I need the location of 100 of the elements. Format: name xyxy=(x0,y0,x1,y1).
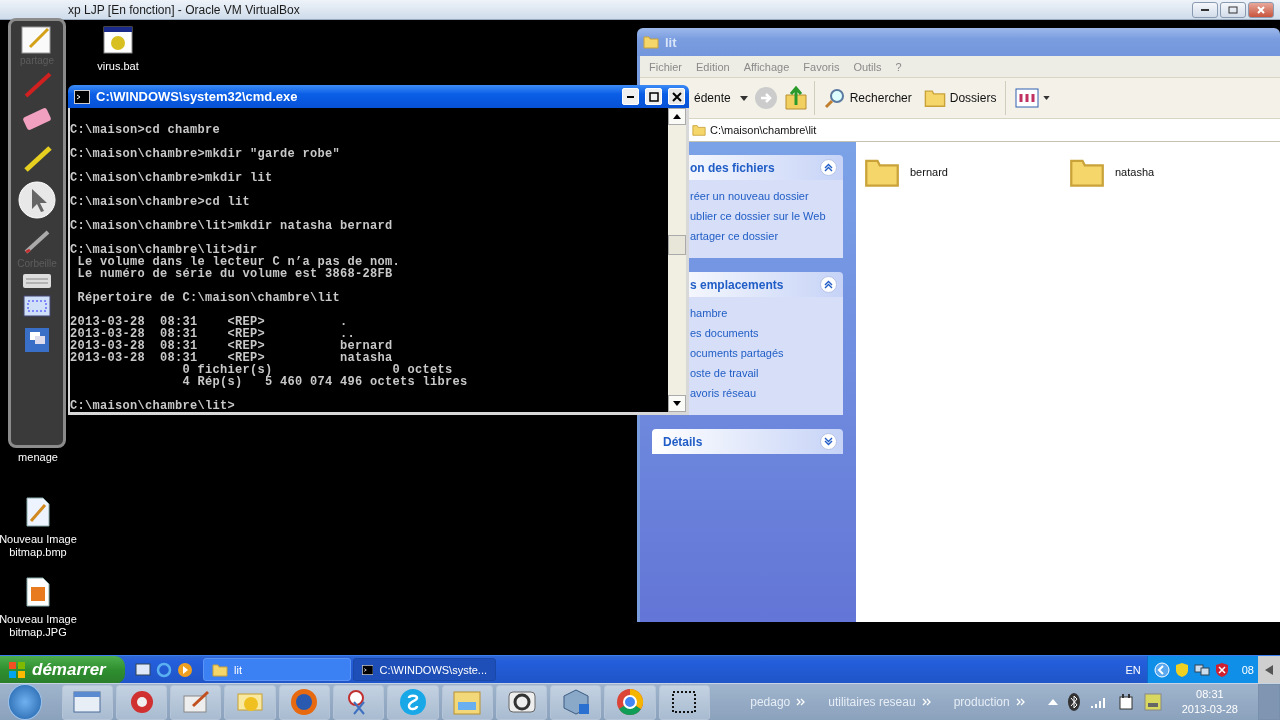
console-line: 2013-03-28 08:31 <REP> . xyxy=(70,316,349,328)
console-line: C:\maison\chambre>mkdir lit xyxy=(70,172,274,184)
caret-icon xyxy=(1043,96,1051,100)
shield-icon xyxy=(1214,661,1229,678)
minimize-icon xyxy=(627,95,634,98)
browser-icon xyxy=(615,687,646,717)
desktop-icon xyxy=(135,661,151,678)
start-button[interactable]: démarrer xyxy=(0,655,125,684)
task-link[interactable]: avoris réseau xyxy=(690,383,843,403)
down-arrow-icon xyxy=(673,401,681,406)
menu-item[interactable]: Affichage xyxy=(743,60,790,73)
console-line: 2013-03-28 08:31 <REP> natasha xyxy=(70,352,393,364)
left-arrow-icon xyxy=(1265,664,1273,675)
menu-item[interactable]: Outils xyxy=(853,60,882,73)
image-file-icon xyxy=(25,497,51,527)
menu-item[interactable]: ? xyxy=(895,60,902,73)
panel-title: on des fichiers xyxy=(690,160,775,175)
back-button[interactable]: édente xyxy=(691,89,734,107)
task-link[interactable]: oste de travail xyxy=(690,363,843,383)
folder-icon xyxy=(643,34,659,50)
window-title: xp LJP [En fonction] - Oracle VM VirtualBox xyxy=(68,2,300,17)
pinned-app-button[interactable] xyxy=(658,684,710,720)
pinned-app-button[interactable] xyxy=(495,684,548,720)
window-icon xyxy=(72,690,103,714)
console-line: Répertoire de C:\maison\chambre\lit xyxy=(76,292,342,304)
console-line: 2013-03-28 08:31 <REP> bernard xyxy=(70,340,394,352)
folder-icon xyxy=(212,661,228,678)
up-folder-icon xyxy=(783,85,808,111)
folder-name[interactable]: bernard xyxy=(910,166,948,178)
chevron-icon xyxy=(796,698,807,706)
views-icon xyxy=(1015,88,1040,108)
console-line: 4 Rép(s) 5 460 074 496 octets libres xyxy=(181,376,469,388)
collapse-button[interactable] xyxy=(1258,655,1280,684)
chevron-icon xyxy=(1153,661,1170,678)
panel-title: Détails xyxy=(663,434,703,449)
expand-icon xyxy=(824,437,833,446)
cursor-icon xyxy=(17,180,57,220)
collapse-icon xyxy=(824,163,833,172)
address-field[interactable]: C:\maison\chambre\lit xyxy=(692,123,817,137)
maximize-icon xyxy=(1228,5,1238,14)
browser-icon xyxy=(156,661,172,678)
menu-item[interactable]: Fichier xyxy=(649,60,682,73)
desktop-icon-label[interactable]: virus.bat xyxy=(78,60,158,73)
clock: 08 xyxy=(1241,663,1254,676)
folder-icon xyxy=(692,123,706,137)
notepad-icon xyxy=(20,25,54,55)
folder-icon xyxy=(452,688,483,716)
mail-icon xyxy=(235,690,266,714)
toggle-button[interactable] xyxy=(820,276,837,293)
caret-icon xyxy=(739,95,748,101)
console-line: C:\maison\chambre\lit> xyxy=(70,400,237,412)
keyboard-icon xyxy=(22,273,52,289)
batch-file-icon xyxy=(103,26,133,54)
task-link[interactable]: hambre xyxy=(690,303,843,323)
menu-item[interactable]: Favoris xyxy=(803,60,840,73)
desktop-icon-label[interactable]: menage xyxy=(0,451,78,464)
chat-icon xyxy=(397,688,428,716)
shield-icon xyxy=(1174,661,1189,678)
folders-button[interactable]: Dossiers xyxy=(920,85,1000,111)
caret-icon xyxy=(1047,699,1058,705)
image-file-icon xyxy=(25,577,51,607)
windows-icon xyxy=(22,325,52,355)
task-button[interactable]: lit xyxy=(203,658,351,681)
task-button[interactable]: C:\WINDOWS\syste... xyxy=(353,658,496,681)
collapse-icon xyxy=(824,280,833,289)
search-button[interactable]: Rechercher xyxy=(820,85,915,111)
start-orb[interactable] xyxy=(8,684,42,720)
window-title: C:\WINDOWS\system32\cmd.exe xyxy=(96,89,299,104)
cube-icon xyxy=(560,688,591,716)
console-line: Le numéro de série du volume est 3868-28FB xyxy=(76,268,394,280)
scroll-thumb[interactable] xyxy=(668,235,686,255)
language-indicator[interactable]: EN xyxy=(1125,663,1141,676)
task-link[interactable]: es documents xyxy=(690,323,843,343)
task-link[interactable]: ocuments partagés xyxy=(690,343,843,363)
minimize-button[interactable] xyxy=(1192,1,1218,18)
desktop-icon-label[interactable]: Nouveau Image bitmap.JPG xyxy=(0,613,78,639)
clock-date: 2013-03-28 xyxy=(1181,702,1238,717)
console-line: C:\maison>cd chambre xyxy=(70,124,222,136)
console-icon xyxy=(362,662,374,677)
window-title: lit xyxy=(665,34,678,50)
folder-icon xyxy=(923,87,946,109)
clock-time: 08:31 xyxy=(1196,687,1224,702)
chevron-icon xyxy=(921,698,932,706)
windows-logo-icon xyxy=(8,660,26,679)
clock[interactable]: 08:31 2013-03-28 xyxy=(1181,687,1238,717)
task-link[interactable]: ublier ce dossier sur le Web xyxy=(690,206,843,226)
menu-item[interactable]: Edition xyxy=(696,60,730,73)
desktop-icon-label[interactable]: Nouveau Image bitmap.bmp xyxy=(0,533,78,559)
toggle-button[interactable] xyxy=(820,433,837,450)
scrollbar[interactable] xyxy=(668,108,686,412)
toggle-button[interactable] xyxy=(820,159,837,176)
paint-icon xyxy=(180,690,211,714)
task-link[interactable]: réer un nouveau dossier xyxy=(690,186,843,206)
task-link[interactable]: artager ce dossier xyxy=(690,226,843,246)
folder-name[interactable]: natasha xyxy=(1115,166,1155,178)
console-line: C:\maison\chambre\lit>dir xyxy=(70,244,258,256)
search-icon xyxy=(823,87,846,109)
chevron-icon xyxy=(1015,698,1026,706)
pinned-app-button[interactable] xyxy=(333,684,385,720)
console-line: C:\maison\chambre>cd lit xyxy=(70,196,252,208)
